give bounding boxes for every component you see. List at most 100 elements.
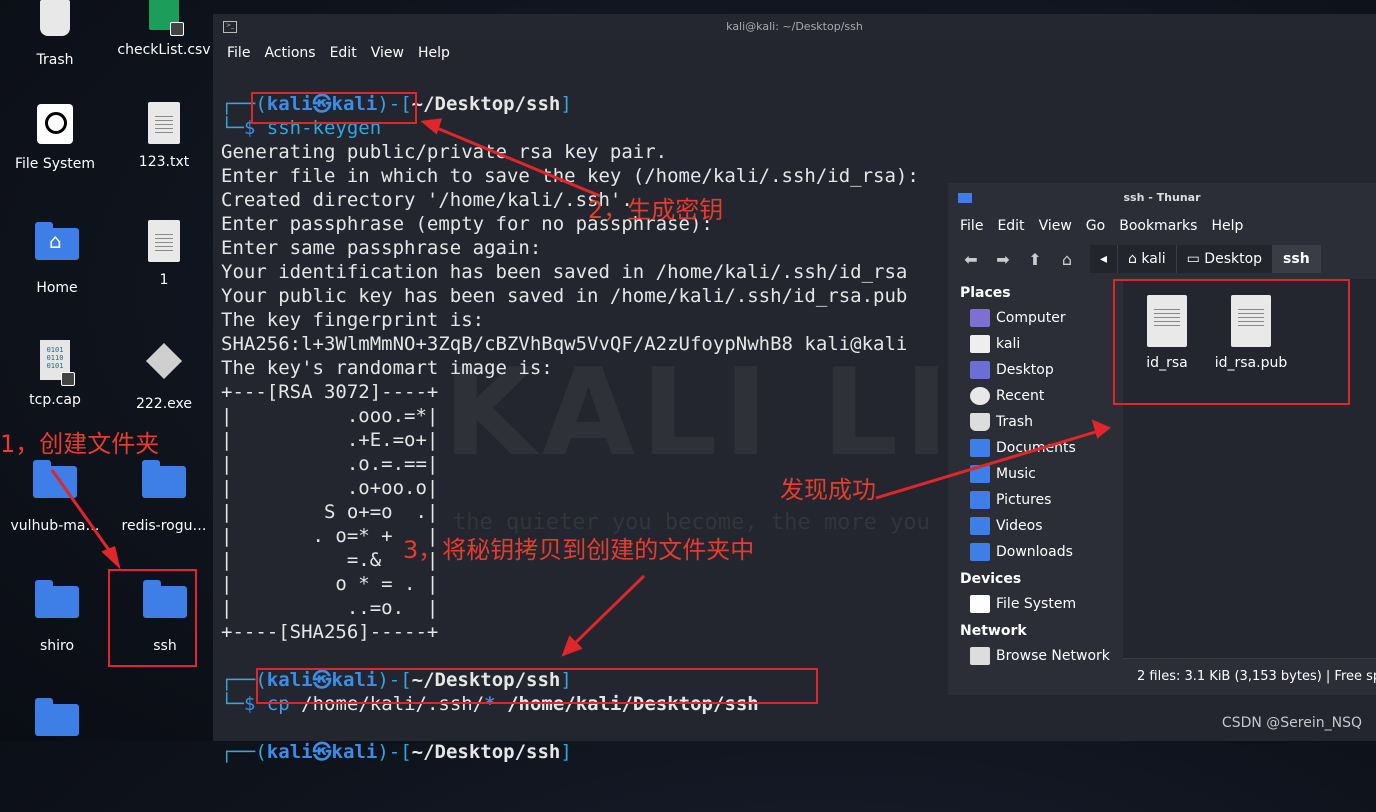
forward-arrow-icon[interactable]: ➡ <box>990 250 1016 269</box>
back-arrow-icon[interactable]: ⬅ <box>958 250 984 269</box>
home-icon[interactable]: ⌂ <box>1054 250 1080 269</box>
prompt-line: ┌──(kali㉿kali)-[~/Desktop/ssh] <box>221 741 572 763</box>
watermark: CSDN @Serein_NSQ <box>1221 715 1362 731</box>
sidebar-item-filesystem[interactable]: File System <box>948 591 1123 617</box>
annotation-success: 发现成功 <box>780 476 876 504</box>
desktop-icon-home[interactable]: Home <box>2 218 112 296</box>
terminal-icon: >_ <box>223 21 237 33</box>
desktop-icon-label: vulhub-ma… <box>10 518 100 534</box>
folder-icon <box>35 580 79 618</box>
desktop-icon-label: Trash <box>36 52 74 68</box>
menu-edit[interactable]: Edit <box>997 213 1024 241</box>
menu-view[interactable]: View <box>371 40 412 68</box>
desktop-icon-label: 222.exe <box>135 396 192 412</box>
breadcrumb: ◂ ⌂ kali ▭ Desktop ssh <box>1090 245 1321 273</box>
menu-edit[interactable]: Edit <box>330 40 365 68</box>
executable-icon <box>145 342 183 380</box>
highlight-files <box>1113 279 1350 405</box>
arrowhead-step1 <box>101 545 121 570</box>
desktop-icon-tcpcap[interactable]: 0101 0110 0101 tcp.cap <box>0 336 110 408</box>
desktop-icon-1[interactable]: 1 <box>109 218 219 288</box>
highlight-ssh-folder <box>108 569 197 667</box>
home-icon <box>970 335 990 353</box>
desktop-icon-label: Home <box>36 280 78 296</box>
desktop-icon <box>970 361 990 379</box>
breadcrumb-ssh[interactable]: ssh <box>1273 245 1321 273</box>
annotation-step2: 2，生成密钥 <box>588 196 724 224</box>
thunar-menubar: File Edit View Go Bookmarks Help <box>948 213 1376 241</box>
sidebar-item-desktop[interactable]: Desktop <box>948 357 1123 383</box>
thunar-window[interactable]: ssh - Thunar File Edit View Go Bookmarks… <box>948 183 1376 695</box>
places-header: Places <box>960 285 1011 301</box>
folder-icon <box>33 460 77 498</box>
menu-file[interactable]: File <box>227 40 258 68</box>
breadcrumb-left-arrow-icon[interactable]: ◂ <box>1090 245 1119 273</box>
thunar-sidebar: Places Computer kali Desktop Recent Tras… <box>948 279 1123 695</box>
sidebar-item-music[interactable]: Music <box>948 461 1123 487</box>
menu-file[interactable]: File <box>960 213 983 241</box>
breadcrumb-kali[interactable]: ⌂ kali <box>1118 245 1177 273</box>
devices-header: Devices <box>960 571 1022 587</box>
folder-icon <box>35 698 79 736</box>
desktop-icon-label: redis-rogu… <box>121 518 207 534</box>
desktop-icon-label: tcp.cap <box>29 392 81 408</box>
annotation-step3: 3，将秘钥拷贝到创建的文件夹中 <box>403 536 755 564</box>
sidebar-item-downloads[interactable]: Downloads <box>948 539 1123 565</box>
terminal-title: kali@kali: ~/Desktop/ssh <box>726 20 863 33</box>
videos-folder-icon <box>970 517 990 535</box>
desktop-icon-label: shiro <box>39 638 75 654</box>
network-header: Network <box>960 623 1027 639</box>
sidebar-item-computer[interactable]: Computer <box>948 305 1123 331</box>
desktop-icon-filesystem[interactable]: File System <box>0 100 110 172</box>
folder-icon <box>958 193 972 203</box>
menu-help[interactable]: Help <box>418 40 458 68</box>
up-arrow-icon[interactable]: ⬆ <box>1022 250 1048 269</box>
desktop-icon-label: checkList.csv <box>117 42 211 58</box>
sidebar-item-videos[interactable]: Videos <box>948 513 1123 539</box>
desktop-icon-partial[interactable] <box>2 694 112 756</box>
sidebar-item-recent[interactable]: Recent <box>948 383 1123 409</box>
desktop-icon-label: 123.txt <box>138 154 190 170</box>
trash-icon <box>970 413 990 431</box>
sidebar-item-trash[interactable]: Trash <box>948 409 1123 435</box>
breadcrumb-desktop[interactable]: ▭ Desktop <box>1177 245 1274 273</box>
menu-actions[interactable]: Actions <box>264 40 323 68</box>
menu-help[interactable]: Help <box>1211 213 1243 241</box>
folder-icon <box>142 460 186 498</box>
desktop-icon-trash[interactable]: Trash <box>0 0 110 68</box>
desktop-icon-label: 1 <box>159 272 169 288</box>
highlight-cp-command <box>256 668 818 704</box>
lock-icon <box>170 22 184 36</box>
thunar-title: ssh - Thunar <box>1123 191 1201 204</box>
sidebar-item-browse-network[interactable]: Browse Network <box>948 643 1123 669</box>
desktop-icon-222exe[interactable]: 222.exe <box>109 336 219 412</box>
lock-icon <box>61 372 75 386</box>
downloads-folder-icon <box>970 543 990 561</box>
status-bar: 2 files: 3.1 KiB (3,153 bytes) | Free sp… <box>1123 658 1376 695</box>
terminal-menubar: File Actions Edit View Help <box>213 40 1376 68</box>
menu-bookmarks[interactable]: Bookmarks <box>1119 213 1197 241</box>
music-folder-icon <box>970 465 990 483</box>
desktop-icon-123txt[interactable]: 123.txt <box>109 100 219 170</box>
thunar-toolbar: ⬅ ➡ ⬆ ⌂ ◂ ⌂ kali ▭ Desktop ssh <box>948 241 1376 277</box>
terminal-titlebar[interactable]: >_ kali@kali: ~/Desktop/ssh <box>213 14 1376 40</box>
desktop-icon-checklist[interactable]: checkList.csv <box>109 0 219 58</box>
desktop-icon-redis[interactable]: redis-rogu… <box>109 456 219 534</box>
sidebar-item-pictures[interactable]: Pictures <box>948 487 1123 513</box>
sidebar-item-documents[interactable]: Documents <box>948 435 1123 461</box>
annotation-step1: 1，创建文件夹 <box>0 430 160 458</box>
desktop-icon-shiro[interactable]: shiro <box>2 576 112 654</box>
desktop-icon-vulhub[interactable]: vulhub-ma… <box>0 456 110 534</box>
harddrive-icon <box>970 595 990 613</box>
thunar-titlebar[interactable]: ssh - Thunar <box>948 183 1376 213</box>
trash-icon <box>40 0 70 36</box>
sidebar-item-kali[interactable]: kali <box>948 331 1123 357</box>
menu-view[interactable]: View <box>1039 213 1072 241</box>
text-file-icon <box>148 102 180 144</box>
clock-icon <box>970 387 990 405</box>
highlight-ssh-keygen <box>251 92 417 124</box>
desktop-icon-label: File System <box>14 156 96 172</box>
menu-go[interactable]: Go <box>1086 213 1105 241</box>
pictures-folder-icon <box>970 491 990 509</box>
documents-folder-icon <box>970 439 990 457</box>
